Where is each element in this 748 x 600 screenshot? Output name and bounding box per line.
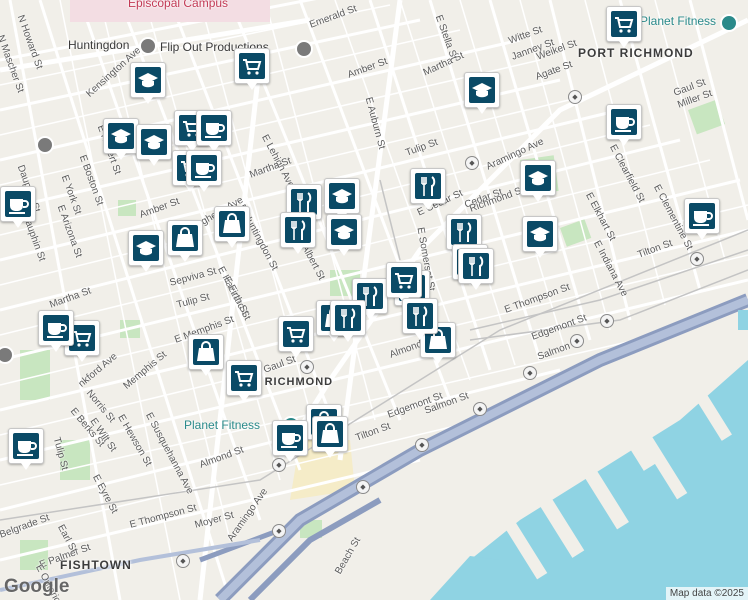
map-marker[interactable]: [684, 198, 720, 240]
highway-shield: ◆: [473, 402, 487, 416]
poi-label-episcopal[interactable]: Episcopal Campus: [128, 0, 228, 10]
highway-shield: ◆: [570, 334, 584, 348]
transit-station-icon-2[interactable]: [36, 136, 54, 154]
map-marker[interactable]: [0, 186, 36, 228]
graduation-cap-icon: [526, 220, 554, 248]
poi-label-huntingdon[interactable]: Huntingdon: [68, 38, 129, 52]
shopping-bag-icon: [171, 224, 199, 252]
shopping-cart-icon: [230, 364, 258, 392]
map-marker[interactable]: [130, 62, 166, 104]
map-marker[interactable]: [326, 214, 362, 256]
map-marker[interactable]: [278, 316, 314, 358]
highway-shield: ◆: [690, 252, 704, 266]
map-marker[interactable]: [226, 360, 262, 402]
shopping-cart-icon: [282, 320, 310, 348]
graduation-cap-icon: [468, 76, 496, 104]
coffee-cup-icon: [190, 154, 218, 182]
map-marker[interactable]: [464, 72, 500, 114]
map-marker[interactable]: [272, 420, 308, 462]
map-marker[interactable]: [234, 48, 270, 90]
graduation-cap-icon: [330, 218, 358, 246]
map-attribution[interactable]: Map data ©2025: [665, 587, 748, 600]
graduation-cap-icon: [524, 164, 552, 192]
graduation-cap-icon: [107, 122, 135, 150]
graduation-cap-icon: [134, 66, 162, 94]
map-marker[interactable]: [188, 334, 224, 376]
restaurant-icon: [334, 304, 362, 332]
restaurant-icon: [406, 302, 434, 330]
map-marker[interactable]: [324, 178, 360, 220]
map-marker[interactable]: [214, 206, 250, 248]
coffee-cup-icon: [4, 190, 32, 218]
shopping-bag-icon: [218, 210, 246, 238]
place-pin-icon[interactable]: [295, 40, 313, 58]
highway-shield: ◆: [523, 366, 537, 380]
shopping-cart-icon: [610, 10, 638, 38]
map-marker[interactable]: [330, 300, 366, 342]
coffee-cup-icon: [610, 108, 638, 136]
highway-shield: ◆: [415, 438, 429, 452]
highway-shield: ◆: [568, 90, 582, 104]
map-marker[interactable]: [402, 298, 438, 340]
graduation-cap-icon: [132, 234, 160, 262]
map-marker[interactable]: [410, 168, 446, 210]
map-marker[interactable]: [386, 262, 422, 304]
highway-shield: ◆: [300, 360, 314, 374]
poi-label-planet-fitness-1[interactable]: Planet Fitness: [640, 14, 716, 28]
poi-label-planet-fitness-2[interactable]: Planet Fitness: [184, 418, 260, 432]
map-marker[interactable]: [522, 216, 558, 258]
map-marker[interactable]: [280, 212, 316, 254]
map-marker[interactable]: [196, 110, 232, 152]
map-marker[interactable]: [186, 150, 222, 192]
highway-shield: ◆: [272, 524, 286, 538]
shopping-cart-icon: [390, 266, 418, 294]
shopping-bag-icon: [316, 420, 344, 448]
map-marker[interactable]: [38, 310, 74, 352]
graduation-cap-icon: [140, 128, 168, 156]
park-icon[interactable]: [720, 14, 738, 32]
coffee-cup-icon: [688, 202, 716, 230]
coffee-cup-icon: [276, 424, 304, 452]
highway-shield: ◆: [272, 458, 286, 472]
coffee-cup-icon: [42, 314, 70, 342]
restaurant-icon: [450, 218, 478, 246]
map-marker[interactable]: [136, 124, 172, 166]
map-canvas[interactable]: PORT RICHMOND OLDE RICHMOND FISHTOWN Hun…: [0, 0, 748, 600]
highway-shield: ◆: [600, 314, 614, 328]
map-marker[interactable]: [520, 160, 556, 202]
map-marker[interactable]: [606, 6, 642, 48]
area-label-port-richmond: PORT RICHMOND: [578, 46, 694, 60]
map-marker[interactable]: [128, 230, 164, 272]
shopping-cart-icon: [238, 52, 266, 80]
map-marker[interactable]: [103, 118, 139, 160]
map-marker[interactable]: [458, 248, 494, 290]
highway-shield: ◆: [176, 554, 190, 568]
shopping-bag-icon: [192, 338, 220, 366]
coffee-cup-icon: [200, 114, 228, 142]
map-marker[interactable]: [8, 428, 44, 470]
restaurant-icon: [462, 252, 490, 280]
map-marker[interactable]: [312, 416, 348, 458]
highway-shield: ◆: [356, 480, 370, 494]
restaurant-icon: [414, 172, 442, 200]
restaurant-icon: [284, 216, 312, 244]
graduation-cap-icon: [328, 182, 356, 210]
highway-shield: ◆: [465, 156, 479, 170]
google-logo: Google: [4, 576, 70, 597]
map-marker[interactable]: [167, 220, 203, 262]
coffee-cup-icon: [12, 432, 40, 460]
map-marker[interactable]: [606, 104, 642, 146]
